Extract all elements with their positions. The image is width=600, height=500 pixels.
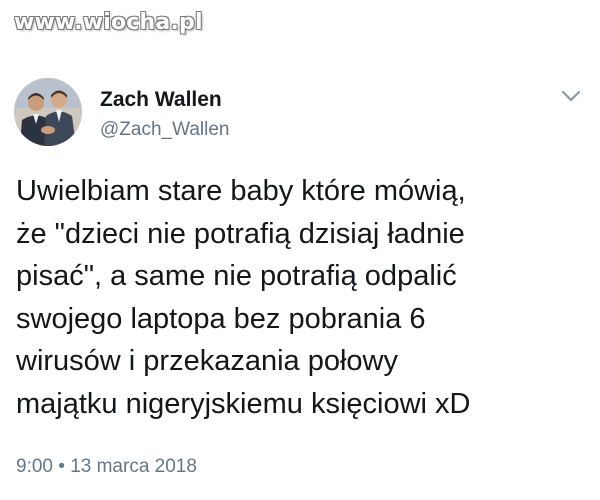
tweet-text: Uwielbiam stare baby które mówią, że "dz… [16,170,586,425]
tweet-screenshot: www.wiocha.pl Zach Wallen @Zach_Wallen U… [0,0,600,500]
tweet-text-line: swojego laptopa bez pobrania 6 [16,302,426,335]
tweet-text-line: że "dzieci nie potrafią dzisiaj ładnie [16,217,465,250]
tweet-text-line: majątku nigeryjskiemu księciowi xD [16,387,471,420]
author-handle[interactable]: @Zach_Wallen [100,119,229,141]
profile-photo-icon [14,78,82,146]
tweet-text-line: wirusów i przekazania połowy [16,345,398,377]
author-display-name[interactable]: Zach Wallen [100,88,222,112]
chevron-down-icon[interactable] [560,88,582,104]
tweet-timestamp[interactable]: 9:00 • 13 marca 2018 [16,456,197,478]
tweet-text-line: Uwielbiam stare baby które mówią, [16,175,466,207]
avatar[interactable] [14,78,82,146]
watermark-text: www.wiocha.pl [14,10,203,35]
tweet-text-line: pisać", a same nie potrafią odpalić [16,260,457,292]
